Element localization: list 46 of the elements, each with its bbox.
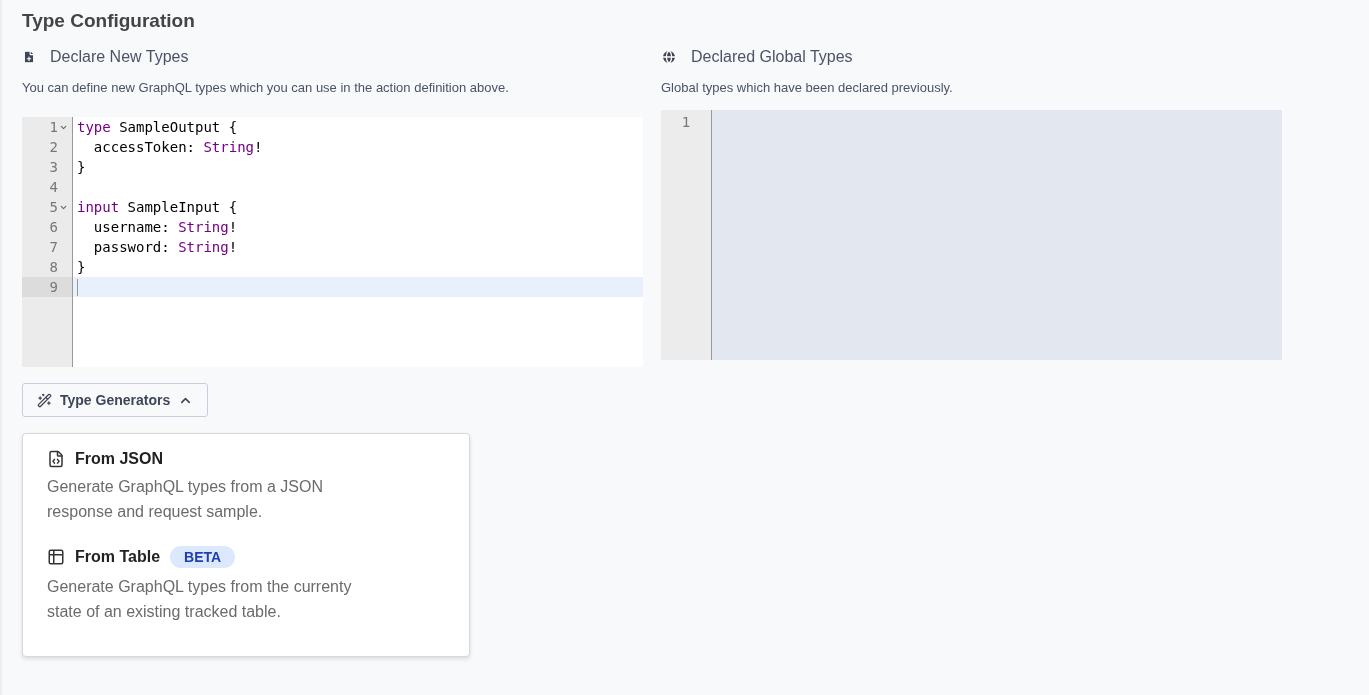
- line-number: 7: [49, 239, 58, 255]
- code-text: username:: [92, 219, 171, 235]
- line-number: 4: [49, 179, 58, 195]
- file-plus-icon: [22, 50, 36, 64]
- type-generators-button[interactable]: Type Generators: [22, 383, 209, 417]
- code-type: String: [178, 219, 229, 235]
- panel-heading: Declared Global Types: [691, 48, 853, 66]
- code-keyword: input: [77, 199, 120, 215]
- line-number: 2: [49, 139, 58, 155]
- code-text: !: [228, 219, 238, 235]
- code-text: accessToken:: [92, 139, 196, 155]
- code-text: SampleInput {: [126, 199, 238, 215]
- table-icon: [47, 548, 65, 566]
- menu-item[interactable]: From JSON Generate GraphQL types from a JSON response and request sample.: [47, 450, 445, 524]
- item-description: Generate GraphQL types from the currenty state of an existing tracked table.: [47, 577, 353, 622]
- panel-description: You can define new GraphQL types which you can use in the action definition above.: [22, 80, 510, 95]
- code-text: SampleOutput {: [118, 119, 238, 135]
- code-file-icon: [47, 450, 65, 468]
- line-number: 8: [49, 259, 58, 275]
- line-number: 9: [49, 279, 58, 295]
- text-cursor: [77, 278, 78, 296]
- item-title: From JSON: [75, 450, 163, 468]
- code-type: String: [203, 139, 254, 155]
- code-text: }: [77, 259, 86, 275]
- magic-wand-icon: [37, 392, 52, 408]
- code-editor[interactable]: 1: [661, 110, 1282, 360]
- line-number: 1: [49, 119, 58, 135]
- code-text: password:: [92, 239, 171, 255]
- code-keyword: type: [77, 119, 111, 135]
- panel-description: Global types which have been declared previously.: [661, 80, 954, 95]
- code-editor[interactable]: 1 2 3 4 5 6 7 8 9 type SampleOutput { accessToken: String! } input SampleInput { username: String! password: String! }: [22, 117, 643, 367]
- code-text: !: [228, 239, 238, 255]
- code-text: }: [77, 159, 86, 175]
- line-number: 6: [49, 219, 58, 235]
- code-text: !: [254, 139, 263, 155]
- item-description: Generate GraphQL types from a JSON response and request sample.: [47, 477, 324, 522]
- line-number: 1: [681, 114, 691, 130]
- panel-heading: Declare New Types: [50, 48, 189, 66]
- line-number: 3: [49, 159, 58, 175]
- menu-item[interactable]: From Table BETA Generate GraphQL types from the currenty state of an existing tracked table.: [47, 546, 445, 624]
- line-number: 5: [49, 199, 58, 215]
- section-title: Type Configuration: [22, 10, 196, 32]
- beta-badge: BETA: [170, 546, 236, 568]
- globe-icon: [661, 49, 677, 65]
- item-title: From Table: [75, 548, 161, 566]
- code-type: String: [178, 239, 229, 255]
